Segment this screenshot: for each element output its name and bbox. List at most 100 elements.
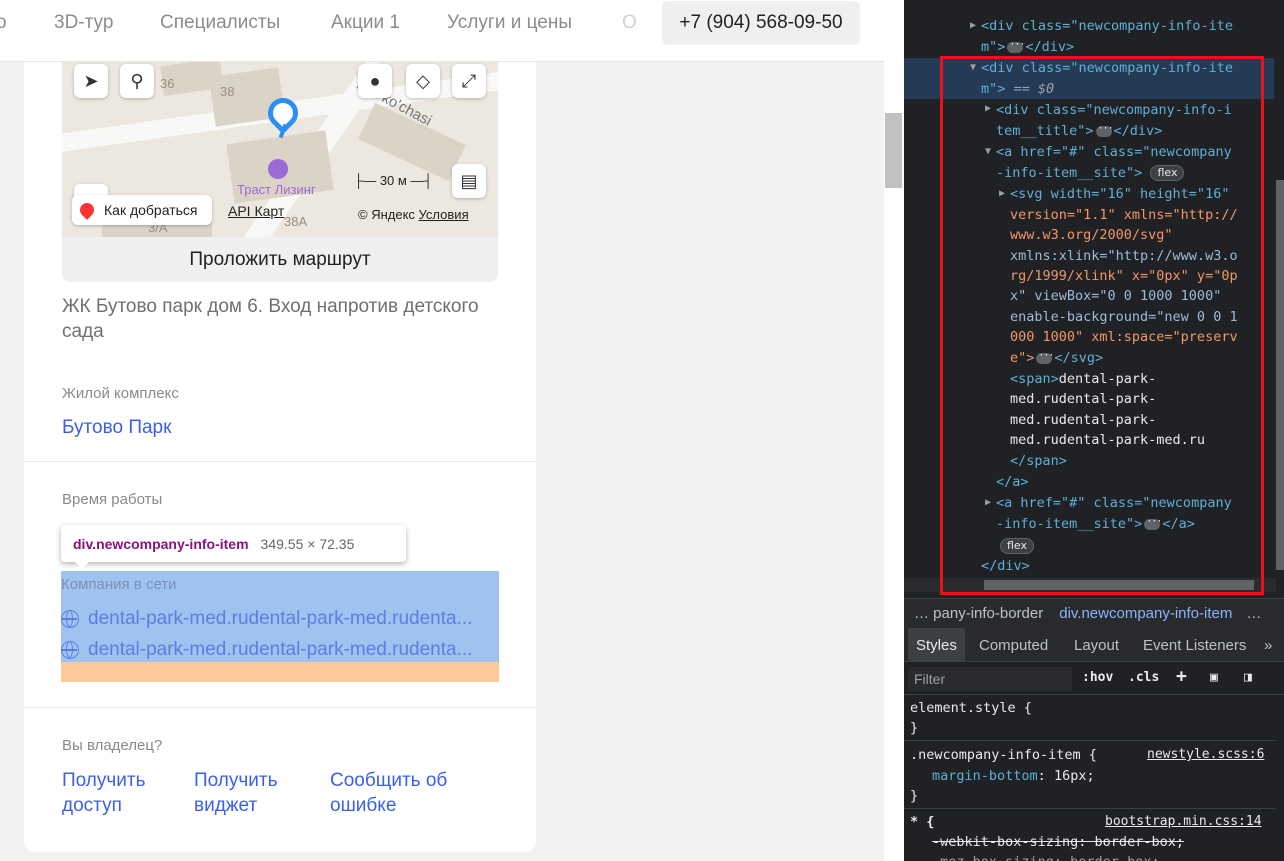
expand-triangle-icon[interactable]: ▶ bbox=[985, 497, 991, 508]
css-declaration-overridden[interactable]: -moz-box-sizing: border-box; bbox=[932, 852, 1160, 861]
get-access-link[interactable]: Получить доступ bbox=[62, 768, 146, 818]
tab-styles[interactable]: Styles bbox=[908, 628, 965, 662]
collapsed-ellipsis-icon[interactable] bbox=[1144, 512, 1161, 532]
report-error-link[interactable]: Сообщить об ошибке bbox=[330, 768, 447, 818]
collapse-triangle-icon[interactable]: ▼ bbox=[985, 146, 991, 157]
dom-line[interactable]: enable-background="new 0 0 1 bbox=[1010, 307, 1238, 327]
expand-triangle-icon[interactable]: ▶ bbox=[985, 103, 991, 114]
dom-attr: e"> bbox=[1010, 350, 1035, 366]
dom-line[interactable]: www.w3.org/2000/svg" bbox=[1010, 225, 1173, 245]
css-declaration-overridden[interactable]: -webkit-box-sizing: border-box; bbox=[932, 832, 1184, 852]
report-error-line1: Сообщить об bbox=[330, 770, 448, 791]
how-to-get-button[interactable]: Как добраться bbox=[72, 195, 212, 225]
nav-item-about-partial[interactable]: О bbox=[622, 12, 637, 34]
dom-line[interactable]: <a href="#" class="newcompany bbox=[996, 493, 1232, 513]
dom-tag: </span> bbox=[1010, 453, 1067, 469]
dom-line[interactable]: -info-item__site"> </a> bbox=[996, 512, 1195, 534]
hover-state-toggle[interactable]: :hov bbox=[1082, 670, 1113, 685]
nav-item-promotions[interactable]: Акции 1 bbox=[331, 12, 400, 34]
dom-line[interactable]: version="1.1" xmlns="http:// bbox=[1010, 205, 1238, 225]
terms-link[interactable]: Условия bbox=[419, 207, 469, 222]
css-source-link[interactable]: bootstrap.min.css:14 bbox=[1105, 812, 1262, 832]
collapsed-ellipsis-icon[interactable] bbox=[1095, 119, 1113, 139]
css-rule-selector[interactable]: .newcompany-info-item { bbox=[910, 745, 1097, 765]
collapsed-ellipsis-icon[interactable] bbox=[1036, 346, 1053, 366]
complex-link[interactable]: Бутово Парк bbox=[62, 417, 171, 439]
flex-badge[interactable]: flex bbox=[1150, 165, 1185, 181]
dom-line[interactable]: -info-item__site"> flex bbox=[996, 163, 1185, 183]
dom-tag: <div class="newcompany-info-ite bbox=[981, 60, 1233, 76]
api-maps-link[interactable]: API Карт bbox=[228, 203, 284, 219]
dom-line[interactable]: flex bbox=[1000, 536, 1035, 556]
dom-line[interactable]: <div class="newcompany-info-i bbox=[996, 100, 1232, 120]
dom-tree-vertical-thumb[interactable] bbox=[1276, 180, 1284, 570]
dom-line[interactable]: <span>dental-park- bbox=[1010, 369, 1156, 389]
get-access-line1: Получить bbox=[62, 770, 146, 791]
dom-tree-horizontal-thumb[interactable] bbox=[984, 580, 1254, 590]
dom-line[interactable]: </span> bbox=[1010, 451, 1067, 471]
breadcrumb-item-active[interactable]: div.newcompany-info-item bbox=[1059, 605, 1232, 622]
dom-line-selected[interactable]: m"> == $0 bbox=[981, 79, 1054, 99]
dom-attr: x" viewBox="0 0 1000 1000" bbox=[1010, 288, 1222, 304]
tabs-overflow-chevron-icon[interactable]: » bbox=[1264, 637, 1272, 654]
build-route-button[interactable]: Проложить маршрут bbox=[62, 237, 498, 282]
traffic-icon[interactable]: ● bbox=[358, 64, 392, 98]
css-source-link[interactable]: newstyle.scss:6 bbox=[1147, 745, 1264, 765]
dom-line[interactable]: 000 1000" xml:space="preserv bbox=[1010, 327, 1238, 347]
collapse-triangle-icon[interactable]: ▼ bbox=[970, 62, 976, 73]
dom-line[interactable]: med.rudental-park- bbox=[1010, 389, 1156, 409]
expand-triangle-icon[interactable]: ▶ bbox=[970, 20, 976, 31]
geolocation-arrow-icon[interactable]: ➤ bbox=[74, 64, 108, 98]
expand-triangle-icon[interactable]: ▶ bbox=[999, 188, 1005, 199]
dom-line[interactable]: m"> </div> bbox=[981, 35, 1074, 57]
page-scrollbar-thumb[interactable] bbox=[885, 113, 902, 188]
yandex-copyright: © Яндекс Условия bbox=[358, 207, 469, 222]
element-style-selector[interactable]: element.style { bbox=[910, 698, 1032, 718]
breadcrumb-item[interactable]: … pany-info-border bbox=[914, 605, 1043, 622]
styles-filter-input[interactable]: Filter bbox=[908, 667, 1072, 691]
fullscreen-icon[interactable]: ⤢ bbox=[452, 64, 486, 98]
css-rule-selector[interactable]: * { bbox=[910, 812, 934, 832]
nav-item-partial[interactable]: о bbox=[0, 12, 7, 34]
dom-line[interactable]: </a> bbox=[996, 472, 1029, 492]
dom-line[interactable]: med.rudental-park-med.ru bbox=[1010, 430, 1205, 450]
collapsed-ellipsis-icon[interactable] bbox=[1007, 35, 1024, 55]
tab-event-listeners[interactable]: Event Listeners bbox=[1143, 637, 1246, 654]
dom-line[interactable]: xmlns:xlink="http://www.w3.o bbox=[1010, 246, 1238, 266]
dom-line[interactable]: tem__title"> </div> bbox=[996, 119, 1162, 141]
dom-line[interactable]: <svg width="16" height="16" bbox=[1010, 184, 1229, 204]
dom-line[interactable]: med.rudental-park- bbox=[1010, 410, 1156, 430]
dom-tag: m"> bbox=[981, 39, 1006, 55]
dom-line[interactable]: <div class="newcompany-info-ite bbox=[981, 16, 1233, 36]
search-icon[interactable]: ⚲ bbox=[120, 64, 154, 98]
dom-line[interactable]: <a href="#" class="newcompany bbox=[996, 142, 1232, 162]
phone-button[interactable]: +7 (904) 568-09-50 bbox=[662, 1, 860, 45]
yandex-map[interactable]: 36 38 38A 3/A bek ko'chasi Траст Лизинг … bbox=[62, 62, 498, 237]
toggle-sidebar-icon[interactable]: ◨ bbox=[1244, 670, 1252, 685]
class-toggle[interactable]: .cls bbox=[1128, 670, 1159, 685]
nav-item-specialists[interactable]: Специалисты bbox=[160, 12, 280, 34]
nav-item-3d-tour[interactable]: 3D-тур bbox=[54, 12, 113, 34]
tab-layout[interactable]: Layout bbox=[1074, 637, 1119, 654]
styles-filter-bar: Filter :hov .cls + ▣ ◨ bbox=[904, 663, 1284, 695]
flex-badge[interactable]: flex bbox=[1000, 538, 1035, 554]
ruler-icon[interactable]: ▤ bbox=[452, 164, 486, 198]
site-link[interactable]: dental-park-med.rudental-park-med.rudent… bbox=[61, 606, 497, 632]
dom-line[interactable]: rg/1999/xlink" x="0px" y="0p bbox=[1010, 266, 1238, 286]
site-link[interactable]: dental-park-med.rudental-park-med.rudent… bbox=[61, 637, 497, 663]
tab-computed[interactable]: Computed bbox=[979, 637, 1048, 654]
divider bbox=[24, 461, 536, 462]
dom-line-selected[interactable]: <div class="newcompany-info-ite bbox=[981, 58, 1233, 78]
dom-tag: tem__title"> bbox=[996, 123, 1094, 139]
breadcrumb-more[interactable]: … bbox=[1246, 605, 1261, 622]
color-format-icon[interactable]: ▣ bbox=[1210, 670, 1218, 685]
layers-icon[interactable]: ◇ bbox=[406, 64, 440, 98]
dom-line[interactable]: e"> </svg> bbox=[1010, 346, 1103, 368]
get-widget-link[interactable]: Получить виджет bbox=[194, 768, 278, 818]
nav-item-services-prices[interactable]: Услуги и цены bbox=[447, 12, 572, 34]
dom-line[interactable]: x" viewBox="0 0 1000 1000" bbox=[1010, 286, 1221, 306]
online-label: Компания в сети bbox=[61, 576, 177, 593]
dom-line[interactable]: </div> bbox=[981, 556, 1030, 576]
new-rule-plus-icon[interactable]: + bbox=[1176, 666, 1187, 687]
css-declaration[interactable]: margin-bottom: 16px; bbox=[932, 766, 1095, 786]
